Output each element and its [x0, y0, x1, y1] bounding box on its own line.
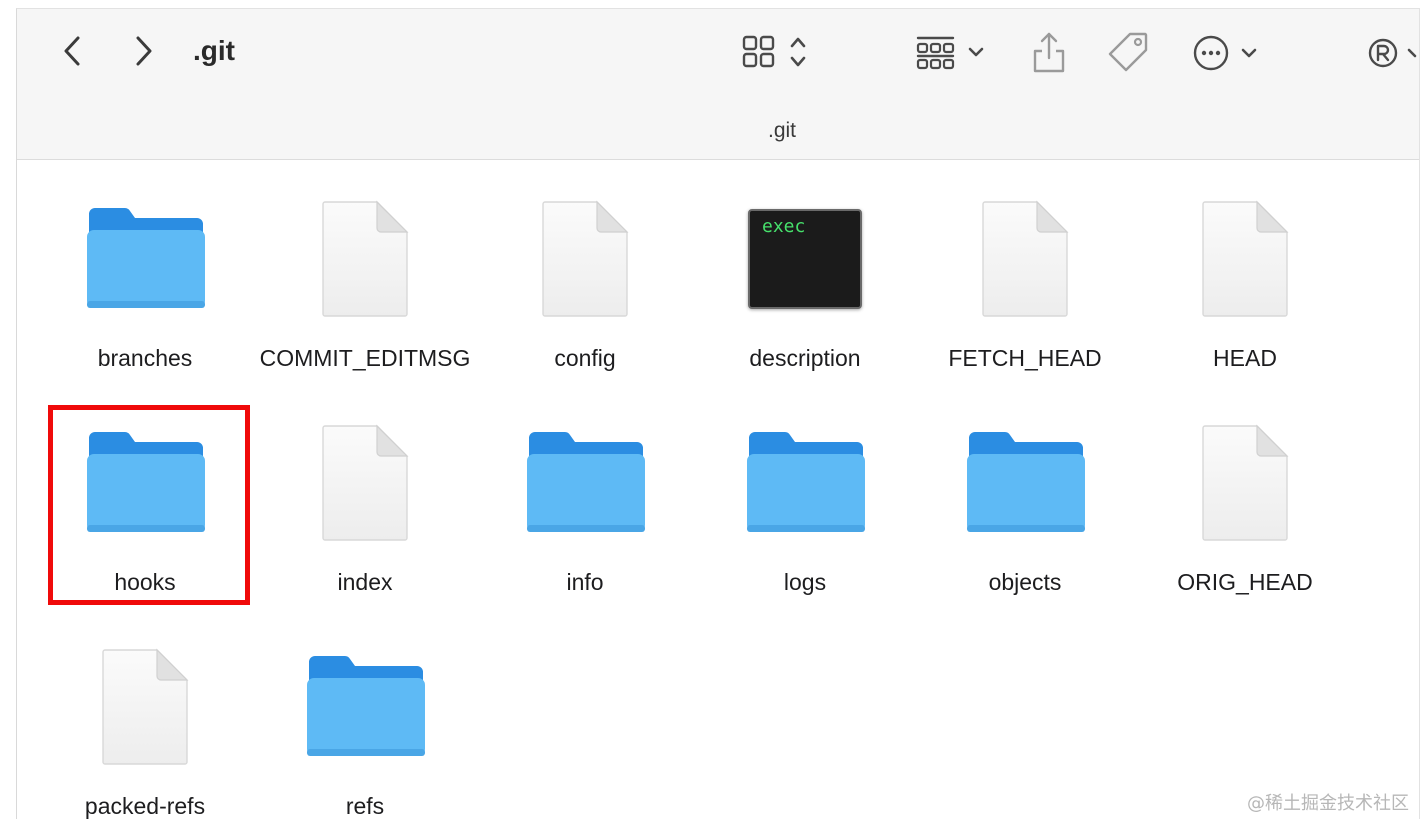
- file-item-refs[interactable]: refs: [255, 622, 475, 819]
- item-icon: [255, 622, 475, 792]
- chevron-left-icon: [64, 36, 80, 66]
- item-label: FETCH_HEAD: [948, 345, 1102, 371]
- folder-icon: [747, 432, 865, 532]
- item-label: branches: [97, 345, 193, 371]
- back-button[interactable]: [55, 29, 89, 73]
- folder-icon: [87, 432, 205, 532]
- grid-view-icon: [742, 35, 806, 68]
- file-item-hooks[interactable]: hooks: [35, 398, 255, 608]
- file-item-description[interactable]: exec description: [695, 174, 915, 384]
- group-by-button[interactable]: [915, 31, 995, 75]
- file-item-head[interactable]: HEAD: [1135, 174, 1355, 384]
- item-icon: [35, 622, 255, 792]
- toolbar: .git .git: [17, 9, 1419, 160]
- tag-icon: [1108, 32, 1148, 72]
- item-label: ORIG_HEAD: [1177, 569, 1313, 595]
- executable-icon: exec: [748, 209, 862, 309]
- file-item-commit-editmsg[interactable]: COMMIT_EDITMSG: [255, 174, 475, 384]
- document-icon: [542, 200, 629, 317]
- item-icon: [35, 174, 255, 344]
- item-label: objects: [988, 569, 1062, 595]
- item-label: logs: [783, 569, 827, 595]
- item-label: index: [337, 569, 393, 595]
- folder-icon: [87, 208, 205, 308]
- file-item-objects[interactable]: objects: [915, 398, 1135, 608]
- registered-icon: [1368, 38, 1417, 68]
- ellipsis-circle-icon: [1193, 35, 1257, 71]
- account-button[interactable]: [1365, 33, 1419, 73]
- item-label: hooks: [114, 569, 176, 595]
- file-item-packed-refs[interactable]: packed-refs: [35, 622, 255, 819]
- document-icon: [982, 200, 1069, 317]
- document-icon: [322, 424, 409, 541]
- more-actions-button[interactable]: [1191, 31, 1271, 75]
- file-item-info[interactable]: info: [475, 398, 695, 608]
- item-icon: [1135, 174, 1355, 344]
- chevron-right-icon: [136, 36, 152, 66]
- path-title: .git: [767, 119, 796, 142]
- item-icon: [255, 174, 475, 344]
- document-icon: [1202, 424, 1289, 541]
- share-button[interactable]: [1027, 27, 1071, 77]
- watermark: @稀土掘金技术社区: [1247, 793, 1409, 814]
- share-icon: [1033, 32, 1065, 73]
- file-item-branches[interactable]: branches: [35, 174, 255, 384]
- folder-icon: [967, 432, 1085, 532]
- item-icon: [35, 398, 255, 568]
- path-bar: .git: [17, 117, 1419, 145]
- item-icon: [695, 398, 915, 568]
- item-icon: exec: [695, 174, 915, 344]
- finder-window: .git .git branches COMMIT_EDITMSG config…: [16, 8, 1420, 819]
- document-icon: [1202, 200, 1289, 317]
- file-item-fetch-head[interactable]: FETCH_HEAD: [915, 174, 1135, 384]
- item-label: config: [554, 345, 616, 371]
- file-item-logs[interactable]: logs: [695, 398, 915, 608]
- item-icon: [475, 398, 695, 568]
- item-icon: [255, 398, 475, 568]
- exec-badge: exec: [762, 216, 806, 237]
- window-title: .git: [193, 35, 235, 66]
- item-icon: [915, 398, 1135, 568]
- view-mode-button[interactable]: [741, 31, 821, 75]
- item-label: info: [566, 569, 604, 595]
- document-icon: [322, 200, 409, 317]
- tag-button[interactable]: [1103, 27, 1153, 77]
- folder-icon: [527, 432, 645, 532]
- document-icon: [102, 648, 189, 765]
- item-icon: [915, 174, 1135, 344]
- item-label: HEAD: [1213, 345, 1277, 371]
- file-item-index[interactable]: index: [255, 398, 475, 608]
- group-by-icon: [916, 36, 984, 70]
- item-label: refs: [345, 793, 385, 819]
- item-icon: [1135, 398, 1355, 568]
- folder-icon: [307, 656, 425, 756]
- item-label: COMMIT_EDITMSG: [259, 345, 471, 371]
- file-item-orig-head[interactable]: ORIG_HEAD: [1135, 398, 1355, 608]
- file-grid: branches COMMIT_EDITMSG config exec descri…: [17, 160, 1419, 819]
- forward-button[interactable]: [127, 29, 161, 73]
- item-icon: [475, 174, 695, 344]
- item-label: description: [749, 345, 861, 371]
- file-item-config[interactable]: config: [475, 174, 695, 384]
- item-label: packed-refs: [84, 793, 206, 819]
